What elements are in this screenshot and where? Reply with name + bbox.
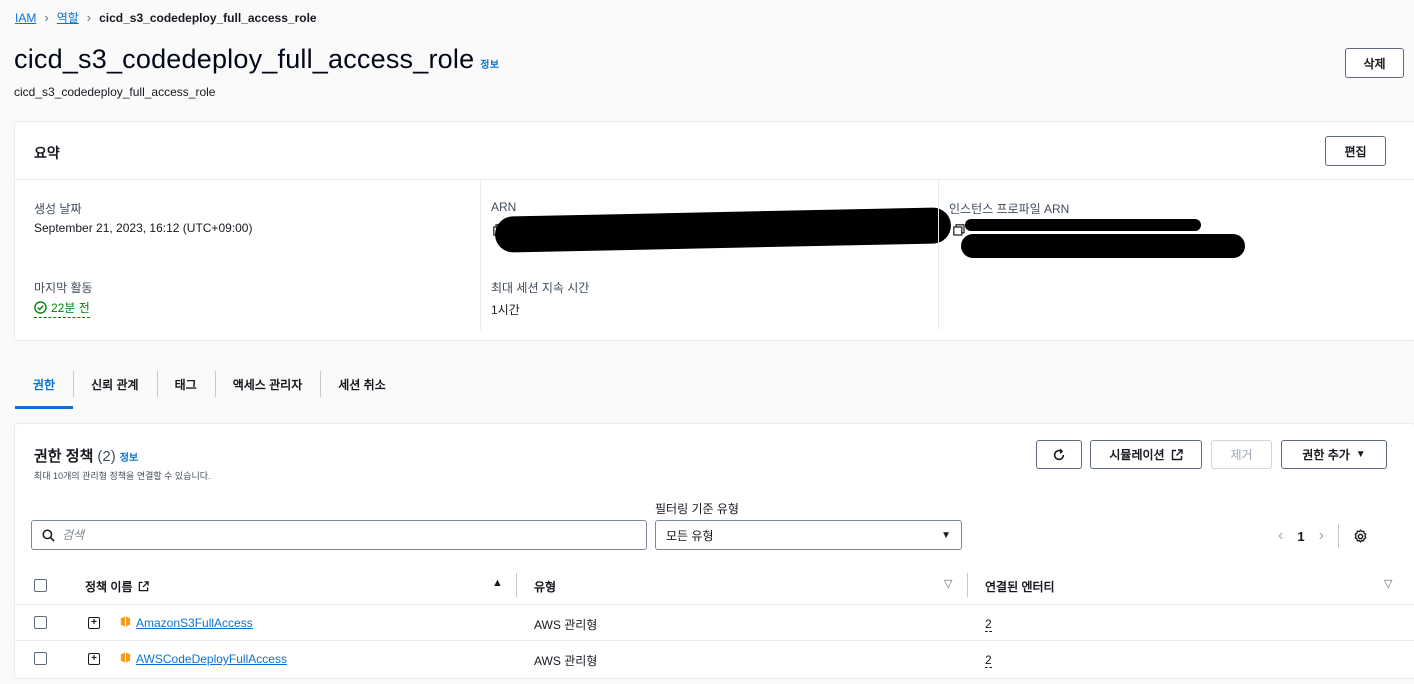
max-session-value: 1시간 (491, 303, 520, 317)
summary-column-instance-profile: 인스턴스 프로파일 ARN (938, 180, 1414, 330)
chevron-right-icon: › (44, 10, 49, 25)
permissions-title: 권한 정책 (2) 정보 (34, 445, 138, 466)
tab-bar: 권한 신뢰 관계 태그 액세스 관리자 세션 취소 (15, 365, 404, 409)
max-session-label: 최대 세션 지속 시간 (491, 281, 590, 295)
breadcrumb-current: cicd_s3_codedeploy_full_access_role (99, 10, 317, 25)
aws-policy-icon (120, 616, 131, 627)
aws-policy-icon (120, 652, 131, 663)
policy-name-link[interactable]: AWSCodeDeployFullAccess (136, 652, 287, 666)
last-activity-text: 22분 전 (51, 301, 90, 315)
external-link-icon (1171, 448, 1183, 460)
previous-page-icon[interactable]: ‹ (1278, 527, 1283, 545)
summary-title: 요약 (34, 145, 60, 161)
policy-name-link[interactable]: AmazonS3FullAccess (136, 616, 253, 630)
tab-trust-relationships[interactable]: 신뢰 관계 (73, 365, 157, 403)
active-tab-indicator (15, 406, 73, 409)
permissions-panel: 권한 정책 (2) 정보 최대 10개의 관리형 정책을 연결할 수 있습니다.… (14, 423, 1414, 679)
permissions-title-text: 권한 정책 (34, 448, 94, 465)
sort-ascending-icon[interactable]: ▲ (492, 577, 503, 589)
instance-profile-label: 인스턴스 프로파일 ARN (949, 202, 1070, 216)
last-activity-value[interactable]: 22분 전 (34, 299, 90, 318)
redaction-mark (961, 234, 1245, 258)
policy-type: AWS 관리형 (534, 654, 598, 668)
policy-type: AWS 관리형 (534, 618, 598, 632)
page-title-text: cicd_s3_codedeploy_full_access_role (14, 44, 475, 74)
summary-column-dates: 생성 날짜 September 21, 2023, 16:12 (UTC+09:… (15, 180, 480, 330)
pagination: ‹ 1 › (1278, 524, 1368, 548)
next-page-icon[interactable]: › (1319, 527, 1324, 545)
tab-revoke-sessions[interactable]: 세션 취소 (320, 365, 404, 403)
type-filter-value: 모든 유형 (666, 528, 714, 543)
breadcrumb: IAM › 역할 › cicd_s3_codedeploy_full_acces… (15, 9, 317, 26)
redaction-mark (494, 207, 952, 253)
simulate-button[interactable]: 시뮬레이션 (1090, 440, 1202, 469)
caret-down-icon: ▼ (941, 529, 951, 541)
last-activity-label: 마지막 활동 (34, 281, 93, 295)
sort-icon[interactable]: ▽ (1384, 577, 1392, 590)
add-permissions-label: 권한 추가 (1302, 448, 1350, 462)
expand-plus-icon[interactable]: + (88, 617, 100, 629)
row-checkbox[interactable] (34, 652, 47, 665)
tab-access-advisor[interactable]: 액세스 관리자 (214, 365, 321, 403)
column-entities-label: 연결된 엔터티 (985, 580, 1055, 594)
column-attached-entities[interactable]: 연결된 엔터티 (985, 578, 1055, 595)
column-policy-name-label: 정책 이름 (85, 580, 133, 594)
column-divider (967, 573, 968, 597)
simulate-label: 시뮬레이션 (1109, 448, 1165, 462)
table-row: + AWSCodeDeployFullAccess AWS 관리형 2 (15, 641, 1414, 677)
check-circle-icon (34, 301, 47, 314)
info-link[interactable]: 정보 (120, 449, 138, 464)
summary-header: 요약 편집 (15, 122, 1414, 180)
attached-entities-count[interactable]: 2 (985, 653, 992, 668)
info-link[interactable]: 정보 (480, 56, 499, 71)
created-value: September 21, 2023, 16:12 (UTC+09:00) (34, 221, 253, 235)
breadcrumb-iam-link[interactable]: IAM (15, 11, 36, 25)
summary-column-arn: ARN 최대 세션 지속 시간 1시간 (480, 180, 952, 330)
search-input[interactable] (62, 528, 622, 542)
permissions-description: 최대 10개의 관리형 정책을 연결할 수 있습니다. (34, 471, 211, 481)
column-divider (516, 573, 517, 597)
chevron-right-icon: › (86, 10, 92, 25)
expand-plus-icon[interactable]: + (88, 653, 100, 665)
redaction-mark (965, 219, 1201, 231)
current-page[interactable]: 1 (1297, 529, 1304, 544)
row-checkbox[interactable] (34, 616, 47, 629)
settings-gear-icon[interactable] (1353, 528, 1368, 544)
select-all-checkbox[interactable] (34, 579, 47, 592)
column-policy-name[interactable]: 정책 이름 (85, 578, 149, 595)
created-label: 생성 날짜 (34, 202, 82, 216)
caret-down-icon: ▼ (1355, 449, 1366, 460)
copy-icon[interactable] (953, 224, 965, 236)
edit-button[interactable]: 편집 (1325, 136, 1386, 166)
summary-panel: 요약 편집 생성 날짜 September 21, 2023, 16:12 (U… (14, 121, 1414, 341)
pager-divider (1337, 524, 1339, 548)
attached-entities-count[interactable]: 2 (985, 617, 992, 632)
column-type[interactable]: 유형 (534, 578, 556, 595)
table-row: + AmazonS3FullAccess AWS 관리형 2 (15, 605, 1414, 641)
column-type-label: 유형 (534, 580, 557, 594)
search-field[interactable] (31, 520, 647, 550)
filter-type-label: 필터링 기준 유형 (655, 502, 739, 516)
refresh-button[interactable] (1036, 440, 1082, 469)
search-icon (42, 528, 55, 542)
external-link-icon (138, 581, 149, 592)
arn-label: ARN (491, 200, 517, 214)
type-filter-select[interactable]: 모든 유형 ▼ (655, 520, 962, 550)
add-permissions-button[interactable]: 권한 추가 ▼ (1281, 440, 1387, 469)
sort-icon[interactable]: ▽ (944, 577, 952, 590)
tab-permissions[interactable]: 권한 (15, 365, 73, 403)
table-header: 정책 이름 ▲ 유형 ▽ 연결된 엔터티 ▽ (15, 565, 1414, 605)
tab-tags[interactable]: 태그 (156, 365, 215, 403)
permissions-count: (2) (97, 448, 116, 465)
refresh-icon (1053, 448, 1065, 460)
page-title: cicd_s3_codedeploy_full_access_role 정보 (14, 44, 499, 75)
remove-button[interactable]: 제거 (1211, 440, 1272, 469)
page-subtitle: cicd_s3_codedeploy_full_access_role (14, 85, 216, 99)
breadcrumb-roles-link[interactable]: 역할 (57, 9, 79, 26)
delete-button[interactable]: 삭제 (1345, 48, 1404, 78)
